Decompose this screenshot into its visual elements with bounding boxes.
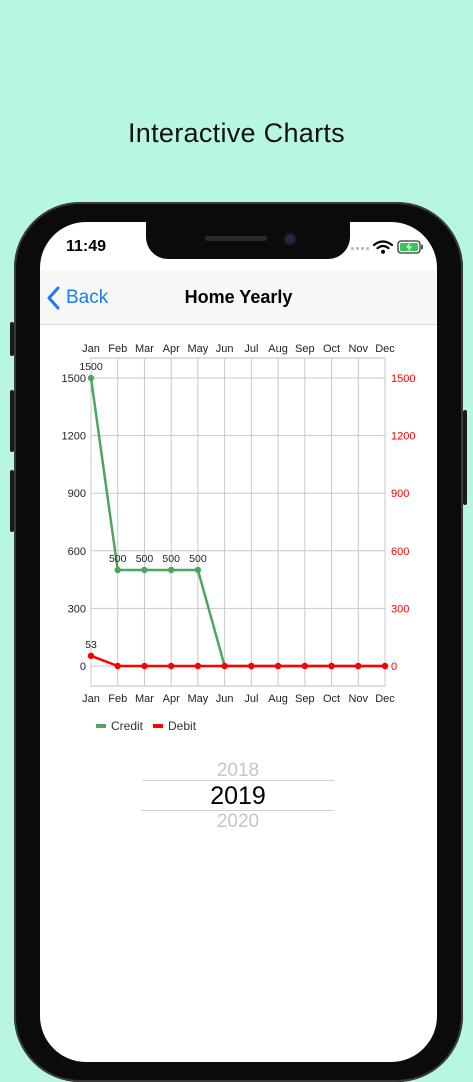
data-label-credit: 1500 bbox=[79, 361, 103, 373]
data-point-debit[interactable] bbox=[114, 662, 121, 670]
series-line-credit bbox=[89, 377, 385, 668]
y-tick-label-right: 0 bbox=[391, 661, 397, 673]
picker-divider-top bbox=[142, 780, 334, 781]
data-point-debit[interactable] bbox=[381, 662, 389, 670]
x-tick-label-bottom: Jan bbox=[82, 693, 100, 705]
data-label-credit: 500 bbox=[162, 553, 180, 565]
y-tick-label-left: 300 bbox=[68, 603, 86, 615]
y-tick-label-right: 900 bbox=[391, 488, 409, 500]
x-tick-label-top: Apr bbox=[163, 343, 180, 355]
y-tick-label-left: 600 bbox=[68, 546, 86, 558]
y-tick-label-right: 300 bbox=[391, 603, 409, 615]
data-point-debit[interactable] bbox=[274, 662, 282, 670]
data-point-credit[interactable] bbox=[114, 566, 121, 574]
x-tick-label-bottom: Apr bbox=[163, 693, 180, 705]
data-point-debit[interactable] bbox=[301, 662, 309, 670]
data-point-debit[interactable] bbox=[87, 652, 95, 660]
chart-legend: Credit Debit bbox=[96, 719, 196, 733]
yearly-line-chart[interactable]: 0 300 600 900 1200 1500 0 300 600 900 1200 1500 Jan J… bbox=[0, 0, 473, 1024]
x-tick-label-top: May bbox=[188, 343, 209, 355]
legend-label-credit: Credit bbox=[111, 719, 144, 733]
data-point-debit[interactable] bbox=[328, 662, 335, 670]
x-tick-label-top: Mar bbox=[135, 343, 154, 355]
x-tick-label-top: Dec bbox=[375, 343, 395, 355]
y-tick-label-right: 1200 bbox=[391, 431, 415, 443]
x-tick-label-bottom: Feb bbox=[108, 693, 127, 705]
x-tick-label-top: Jul bbox=[244, 343, 258, 355]
x-tick-label-bottom: Nov bbox=[348, 693, 368, 705]
legend-item-debit[interactable]: Debit bbox=[153, 719, 196, 733]
data-point-debit[interactable] bbox=[248, 662, 255, 670]
data-point-debit[interactable] bbox=[221, 662, 228, 670]
data-point-debit[interactable] bbox=[194, 662, 202, 670]
x-tick-label-bottom: May bbox=[188, 693, 209, 705]
y-tick-label-right: 600 bbox=[391, 546, 409, 558]
x-tick-label-top: Aug bbox=[268, 343, 288, 355]
data-label-credit: 500 bbox=[109, 553, 127, 565]
x-tick-label-top: Oct bbox=[323, 343, 340, 355]
legend-label-debit: Debit bbox=[168, 719, 197, 733]
x-tick-label-top: Feb bbox=[108, 343, 127, 355]
y-tick-label-left: 1200 bbox=[62, 431, 86, 443]
x-tick-label-bottom: Jul bbox=[244, 693, 258, 705]
series-line-debit bbox=[90, 654, 385, 668]
plot-area-border bbox=[90, 357, 386, 687]
x-tick-label-top: Sep bbox=[295, 343, 315, 355]
y-tick-label-right: 1500 bbox=[391, 373, 415, 385]
legend-item-credit[interactable]: Credit bbox=[96, 719, 143, 733]
data-label-credit: 500 bbox=[189, 553, 207, 565]
x-tick-label-bottom: Jun bbox=[216, 693, 234, 705]
x-tick-label-bottom: Mar bbox=[135, 693, 154, 705]
data-point-debit[interactable] bbox=[141, 662, 148, 670]
x-tick-label-top: Jan bbox=[82, 343, 100, 355]
x-tick-label-top: Nov bbox=[348, 343, 368, 355]
x-tick-label-bottom: Dec bbox=[375, 693, 395, 705]
data-point-debit[interactable] bbox=[355, 662, 362, 670]
picker-option-selected[interactable]: 2019 bbox=[142, 782, 334, 811]
data-point-credit[interactable] bbox=[87, 374, 95, 382]
data-point-credit[interactable] bbox=[141, 566, 148, 574]
data-label-credit: 500 bbox=[136, 553, 154, 565]
y-tick-label-left: 1500 bbox=[62, 373, 86, 385]
data-point-credit[interactable] bbox=[194, 566, 202, 574]
x-tick-label-top: Jun bbox=[216, 343, 234, 355]
x-tick-label-bottom: Oct bbox=[323, 693, 340, 705]
y-tick-label-left: 900 bbox=[68, 488, 86, 500]
data-point-credit[interactable] bbox=[167, 566, 175, 574]
legend-swatch-debit bbox=[153, 724, 164, 728]
y-tick-label-left: 0 bbox=[80, 661, 86, 673]
picker-option-next[interactable]: 2020 bbox=[142, 813, 334, 831]
picker-divider-bottom bbox=[142, 810, 334, 811]
data-label-debit: 53 bbox=[85, 639, 97, 651]
legend-swatch-credit bbox=[96, 724, 106, 728]
picker-option-prev[interactable]: 2018 bbox=[142, 759, 334, 779]
data-point-debit[interactable] bbox=[167, 662, 175, 670]
x-tick-label-bottom: Aug bbox=[268, 693, 288, 705]
x-tick-label-bottom: Sep bbox=[295, 693, 315, 705]
